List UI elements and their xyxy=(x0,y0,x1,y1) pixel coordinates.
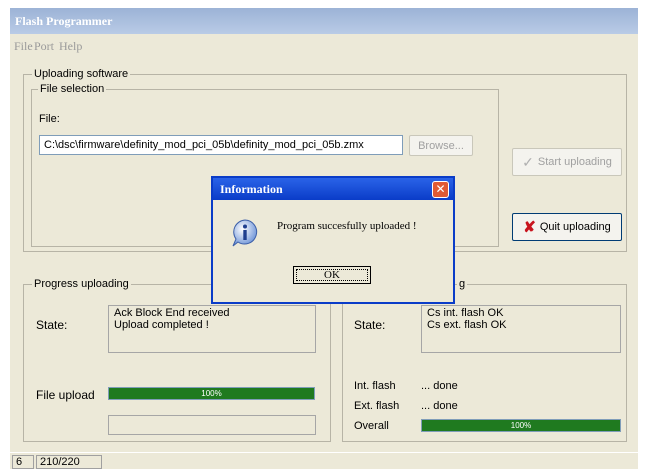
progress-uploading-group: Progress uploading State: Ack Block End … xyxy=(23,278,331,442)
flashing-group: g State: Cs int. flash OK Cs ext. flash … xyxy=(342,278,627,442)
start-uploading-label: Start uploading xyxy=(537,156,612,168)
dialog-message: Program succesfully uploaded ! xyxy=(277,220,417,232)
status-cell-1: 6 xyxy=(12,455,34,469)
ext-flash-value: ... done xyxy=(421,400,458,412)
status-cell-2: 210/220 xyxy=(36,455,102,469)
file-label: File: xyxy=(39,113,60,125)
status-bar: 6 210/220 xyxy=(10,452,638,469)
file-selection-label: File selection xyxy=(38,83,107,96)
menu-help[interactable]: Help xyxy=(59,39,82,54)
file-path-field[interactable]: C:\dsc\firmware\definity_mod_pci_05b\def… xyxy=(39,135,403,155)
menu-file[interactable]: File xyxy=(14,39,33,54)
flash-state-line-2: Cs ext. flash OK xyxy=(427,319,507,331)
overall-label: Overall xyxy=(354,420,389,432)
int-flash-label: Int. flash xyxy=(354,380,396,392)
dialog-title: Information xyxy=(220,182,283,196)
upload-state-box: Ack Block End received Upload completed … xyxy=(108,305,316,353)
overall-percent: 100% xyxy=(510,421,532,430)
browse-button[interactable]: Browse... xyxy=(409,135,473,156)
file-upload-label: File upload xyxy=(36,388,95,402)
checkmark-pen-icon: ✓ xyxy=(522,153,534,170)
flash-state-line-1: Cs int. flash OK xyxy=(427,307,504,319)
title-bar: Flash Programmer xyxy=(10,8,638,34)
menu-port[interactable]: Port xyxy=(34,39,54,54)
overall-progress-bar: 100% xyxy=(421,419,621,432)
upload-state-line-1: Ack Block End received xyxy=(114,307,230,319)
info-icon xyxy=(232,219,258,247)
upload-state-line-2: Upload completed ! xyxy=(114,319,209,331)
flash-state-label: State: xyxy=(354,318,386,332)
quit-uploading-button[interactable]: ✘ Quit uploading xyxy=(512,213,622,241)
window-title: Flash Programmer xyxy=(15,14,113,28)
int-flash-value: ... done xyxy=(421,380,458,392)
progress-uploading-label: Progress uploading xyxy=(32,278,131,291)
file-upload-progress-bar: 100% xyxy=(108,387,315,400)
upload-state-label: State: xyxy=(36,318,68,332)
red-x-icon: ✘ xyxy=(523,219,536,236)
start-uploading-button[interactable]: ✓ Start uploading xyxy=(512,148,622,176)
dialog-title-bar: Information ✕ xyxy=(213,178,453,200)
menu-bar: File Port Help xyxy=(10,36,638,54)
uploading-software-label: Uploading software xyxy=(32,68,131,81)
close-icon[interactable]: ✕ xyxy=(432,181,449,198)
flashing-group-label: g xyxy=(457,278,468,291)
ok-button[interactable]: OK xyxy=(293,266,371,284)
information-dialog: Information ✕ Program succesfully upload… xyxy=(211,176,455,304)
quit-uploading-label: Quit uploading xyxy=(539,221,611,233)
ext-flash-label: Ext. flash xyxy=(354,400,400,412)
file-upload-status-box xyxy=(108,415,316,435)
file-upload-percent: 100% xyxy=(201,389,222,398)
flash-state-box: Cs int. flash OK Cs ext. flash OK xyxy=(421,305,621,353)
